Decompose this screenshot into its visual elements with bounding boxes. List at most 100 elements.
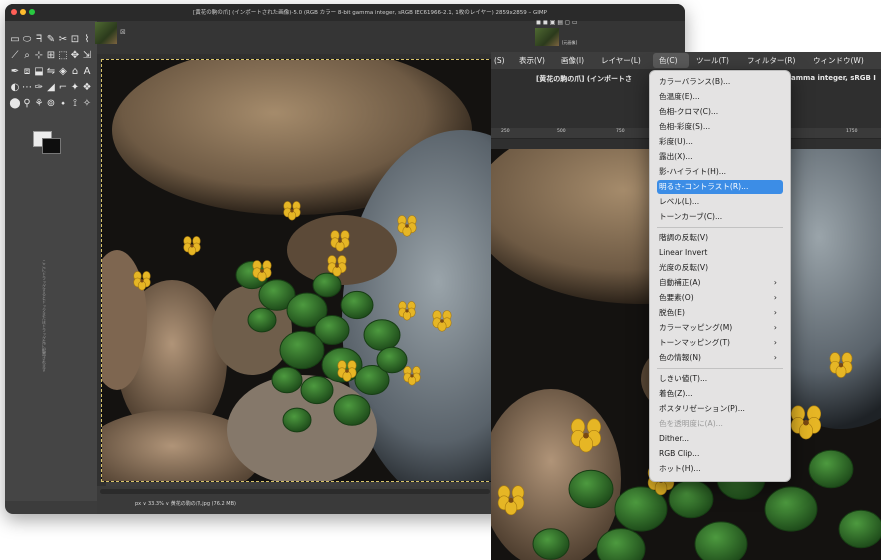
menu-item[interactable]: 露出(X)... bbox=[657, 150, 783, 164]
leaf bbox=[694, 521, 748, 560]
close-icon[interactable] bbox=[11, 9, 17, 15]
leaf bbox=[279, 330, 325, 370]
status-text: px ∨ 33.3% ∨ 黄花の駒の爪.jpg (76.2 MB) bbox=[135, 501, 236, 507]
close-icon[interactable]: ⊠ bbox=[120, 28, 126, 36]
menu-item-label: 色温度(E)... bbox=[659, 92, 700, 101]
leaf bbox=[340, 290, 374, 320]
menu-item-label: 影-ハイライト(H)... bbox=[659, 167, 727, 176]
minimize-icon[interactable] bbox=[20, 9, 26, 15]
tool-icon[interactable]: ⇲ bbox=[80, 49, 94, 62]
photo-violets-on-rocks bbox=[102, 60, 493, 481]
leaf bbox=[247, 307, 277, 333]
menu-item[interactable]: カラーバランス(B)... bbox=[657, 75, 783, 89]
leaf bbox=[312, 272, 342, 298]
menu-item[interactable]: レベル(L)... bbox=[657, 195, 783, 209]
menu-separator bbox=[657, 227, 783, 228]
leaf bbox=[838, 509, 881, 549]
menu-item-label: 色相-彩度(S)... bbox=[659, 122, 711, 131]
menu-item[interactable]: 色相-クロマ(C)... bbox=[657, 105, 783, 119]
menu-layer[interactable]: レイヤー(L) bbox=[601, 55, 641, 67]
chevron-right-icon: › bbox=[773, 353, 777, 362]
dock-image-thumbnail[interactable] bbox=[535, 28, 559, 46]
menu-item-label: RGB Clip... bbox=[659, 449, 700, 458]
menu-item-label: ホット(H)... bbox=[659, 464, 701, 473]
menu-item[interactable]: 影-ハイライト(H)... bbox=[657, 165, 783, 179]
menu-item-label: 彩度(U)... bbox=[659, 137, 693, 146]
tool-icon[interactable]: ❖ bbox=[80, 81, 94, 94]
document-title-tail: gamma integer, sRGB I bbox=[786, 74, 876, 82]
menu-item-label: レベル(L)... bbox=[659, 197, 700, 206]
menu-item[interactable]: RGB Clip... bbox=[657, 447, 783, 461]
menu-item-label: 階調の反転(V) bbox=[659, 233, 709, 242]
menu-item[interactable]: 明るさ-コントラスト(R)... bbox=[657, 180, 783, 194]
menu-item[interactable]: 着色(Z)... bbox=[657, 387, 783, 401]
menu-item[interactable]: 彩度(U)... bbox=[657, 135, 783, 149]
tool-icon[interactable]: ✧ bbox=[80, 97, 94, 110]
chevron-right-icon: › bbox=[773, 278, 777, 287]
image-canvas[interactable] bbox=[101, 59, 494, 482]
menu-item[interactable]: トーンカーブ(C)... bbox=[657, 210, 783, 224]
chevron-right-icon: › bbox=[773, 293, 777, 302]
menu-item-label: 色の情報(N) bbox=[659, 353, 701, 362]
window-title: [黄花の駒の爪] (インポートされた画像)-5.0 (RGB カラー 8-bit… bbox=[193, 10, 547, 16]
document-title: [黄花の駒の爪] (インポートさ bbox=[536, 75, 633, 83]
menu-separator bbox=[657, 368, 783, 369]
menu-windows[interactable]: ウィンドウ(W) bbox=[813, 55, 864, 67]
horizontal-scrollbar[interactable] bbox=[100, 489, 490, 494]
menu-image[interactable]: 画像(I) bbox=[561, 55, 584, 67]
menu-item-label: 色要素(O) bbox=[659, 293, 694, 302]
menu-item[interactable]: Linear Invert bbox=[657, 246, 783, 260]
menu-item[interactable]: 光度の反転(V) bbox=[657, 261, 783, 275]
image-tab-thumbnail[interactable] bbox=[95, 22, 117, 44]
chevron-right-icon: › bbox=[773, 323, 777, 332]
leaf bbox=[376, 346, 408, 374]
menu-item-label: Linear Invert bbox=[659, 248, 708, 257]
menu-item[interactable]: 脱色(E) › bbox=[657, 306, 783, 320]
menu-item-label: ポスタリゼーション(P)... bbox=[659, 404, 745, 413]
zoom-icon[interactable] bbox=[29, 9, 35, 15]
menu-item[interactable]: カラーマッピング(M) › bbox=[657, 321, 783, 335]
menu-item[interactable]: ポスタリゼーション(P)... bbox=[657, 402, 783, 416]
leaf bbox=[363, 319, 401, 351]
leaf bbox=[300, 375, 334, 405]
menu-item[interactable]: 階調の反転(V) bbox=[657, 231, 783, 245]
leaf bbox=[532, 528, 570, 560]
menu-item[interactable]: 自動補正(A) › bbox=[657, 276, 783, 290]
menu-item[interactable]: 色温度(E)... bbox=[657, 90, 783, 104]
menu-item[interactable]: 色要素(O) › bbox=[657, 291, 783, 305]
background-color-icon[interactable] bbox=[42, 138, 61, 154]
menu-select[interactable]: (S) bbox=[494, 55, 505, 67]
leaf bbox=[764, 486, 818, 532]
menu-item[interactable]: 色の情報(N) › bbox=[657, 351, 783, 365]
menu-item-label: しきい値(T)... bbox=[659, 374, 708, 383]
leaf bbox=[333, 394, 371, 426]
menu-item-label: 光度の反転(V) bbox=[659, 263, 709, 272]
menu-item[interactable]: Dither... bbox=[657, 432, 783, 446]
menu-item-label: 明るさ-コントラスト(R)... bbox=[659, 182, 749, 191]
menu-colors[interactable]: 色(C) bbox=[659, 55, 678, 67]
leaf bbox=[568, 469, 614, 509]
chevron-right-icon: › bbox=[773, 338, 777, 347]
ruler-label: 1750 bbox=[846, 129, 858, 134]
menu-item[interactable]: しきい値(T)... bbox=[657, 372, 783, 386]
dock-tab-icons[interactable]: ◼ ◼ ▣ ▤ ◻ ▭ bbox=[536, 18, 636, 27]
menu-item-label: カラーバランス(B)... bbox=[659, 77, 731, 86]
menu-item-label: トーンマッピング(T) bbox=[659, 338, 730, 347]
leaf bbox=[808, 449, 854, 489]
menu-view[interactable]: 表示(V) bbox=[519, 55, 545, 67]
menu-item-label: カラーマッピング(M) bbox=[659, 323, 733, 332]
menu-tools[interactable]: ツール(T) bbox=[696, 55, 729, 67]
tool-icon[interactable]: ⌇ bbox=[80, 33, 94, 46]
leaf bbox=[282, 407, 312, 433]
menu-item-label: トーンカーブ(C)... bbox=[659, 212, 723, 221]
ruler-label: 500 bbox=[557, 129, 566, 134]
menu-item-label: 脱色(E) bbox=[659, 308, 685, 317]
menu-item[interactable]: ホット(H)... bbox=[657, 462, 783, 476]
menu-item-label: 露出(X)... bbox=[659, 152, 693, 161]
menu-item-label: 着色(Z)... bbox=[659, 389, 693, 398]
menu-item[interactable]: 色相-彩度(S)... bbox=[657, 120, 783, 134]
dock-image-label: [元画像] bbox=[562, 40, 578, 45]
tool-icon[interactable]: A bbox=[80, 65, 94, 78]
menu-item[interactable]: トーンマッピング(T) › bbox=[657, 336, 783, 350]
menu-filters[interactable]: フィルター(R) bbox=[747, 55, 795, 67]
